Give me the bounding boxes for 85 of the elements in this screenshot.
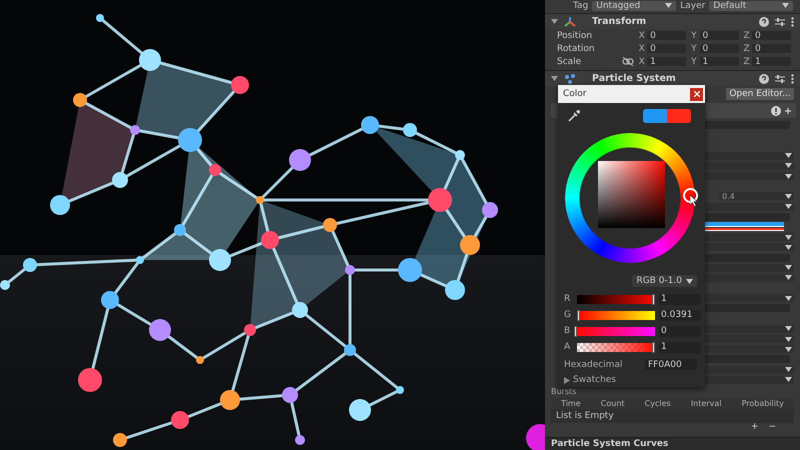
- saturation-value-square[interactable]: [598, 161, 665, 228]
- number-field[interactable]: 0: [752, 31, 791, 40]
- tag-label: Tag: [573, 0, 588, 10]
- number-field[interactable]: 1: [700, 57, 739, 66]
- field-label: Rotation: [557, 44, 596, 54]
- chain-link-icon: [622, 57, 634, 66]
- layer-dropdown[interactable]: Default: [709, 0, 794, 10]
- more-menu-icon: [791, 74, 794, 84]
- sliders-icon: [775, 16, 785, 26]
- close-button[interactable]: [690, 88, 703, 100]
- axis-label: X: [638, 56, 646, 66]
- slider-handle[interactable]: [652, 342, 655, 352]
- axis-label: Y: [691, 44, 698, 54]
- axis-label: Z: [744, 30, 750, 40]
- value-field[interactable]: 1: [659, 294, 701, 304]
- color-swatch[interactable]: [643, 109, 691, 123]
- axis-label: Z: [744, 56, 750, 66]
- axis-label: Y: [691, 56, 698, 66]
- component-title: Transform: [592, 16, 646, 27]
- slider-track[interactable]: [577, 342, 655, 352]
- slider-handle[interactable]: [574, 326, 578, 336]
- number-field[interactable]: 0: [752, 44, 791, 53]
- axis-label: X: [638, 30, 646, 40]
- field-label: Scale: [557, 56, 582, 66]
- value-field[interactable]: 0.0391: [659, 310, 701, 320]
- column-header: Interval: [690, 398, 722, 408]
- number-field[interactable]: 0: [700, 31, 739, 40]
- caret-icon: [785, 296, 792, 301]
- value-field[interactable]: 1: [659, 342, 701, 352]
- axes-icon: [563, 16, 577, 28]
- open-editor-button[interactable]: Open Editor...: [726, 88, 794, 100]
- channel-label: G: [564, 310, 572, 320]
- component-header[interactable]: Transform: [545, 13, 800, 29]
- eyedropper-icon: [568, 110, 580, 122]
- slider-track[interactable]: [577, 310, 655, 320]
- slider-track[interactable]: [577, 326, 655, 336]
- help-icon: [759, 74, 769, 84]
- section-label: Bursts: [551, 386, 578, 396]
- number-field[interactable]: 1: [647, 57, 686, 66]
- number-field[interactable]: 0.4: [719, 192, 794, 200]
- close-icon: [694, 91, 700, 97]
- swatches-foldout[interactable]: Swatches: [558, 370, 622, 385]
- particles-icon: [563, 72, 577, 84]
- number-field[interactable]: 1: [752, 57, 791, 66]
- axis-label: X: [638, 44, 646, 54]
- axis-label: Z: [744, 44, 750, 54]
- help-icon: [759, 16, 769, 26]
- component-title: Particle System: [592, 73, 676, 84]
- column-header: Probability: [742, 398, 784, 408]
- window-title: Color: [563, 89, 586, 99]
- column-header: Count: [600, 398, 625, 408]
- channel-label: R: [564, 294, 572, 304]
- column-header: Time: [561, 398, 581, 408]
- remove-button[interactable]: −: [766, 422, 778, 432]
- channel-label: A: [564, 342, 572, 352]
- slider-handle[interactable]: [652, 294, 655, 304]
- caret-icon: [665, 3, 672, 8]
- foldout-arrow-icon: [551, 19, 558, 24]
- plus-icon: [785, 108, 791, 114]
- collapsed-arrow-icon: [564, 376, 570, 384]
- component-header[interactable]: Particle System: [545, 70, 800, 86]
- hex-field[interactable]: FF0A00: [645, 359, 697, 370]
- caret-icon: [686, 278, 693, 284]
- number-field[interactable]: 0: [647, 31, 686, 40]
- number-field[interactable]: 0: [647, 44, 686, 53]
- caret-icon: [782, 3, 790, 8]
- more-menu-icon: [791, 16, 794, 26]
- hex-label: Hexadecimal: [564, 360, 622, 370]
- field-label: Position: [557, 30, 594, 40]
- channel-label: B: [564, 326, 572, 336]
- column-header: Cycles: [644, 398, 671, 408]
- tag-dropdown[interactable]: Untagged: [592, 0, 676, 10]
- foldout-arrow-icon: [551, 76, 558, 81]
- layer-label: Layer: [680, 0, 706, 10]
- value-field[interactable]: 0: [659, 326, 701, 336]
- curves-title: Particle System Curves: [551, 439, 668, 449]
- warning-icon: [771, 106, 781, 116]
- add-button[interactable]: +: [748, 422, 760, 432]
- empty-list-text: List is Empty: [555, 410, 615, 423]
- slider-handle[interactable]: [577, 310, 580, 320]
- number-field[interactable]: 0: [700, 44, 739, 53]
- axis-label: Y: [691, 30, 698, 40]
- mode-dropdown[interactable]: RGB 0-1.0: [632, 275, 697, 287]
- curves-header[interactable]: Particle System Curves: [545, 437, 800, 450]
- sliders-icon: [775, 74, 785, 84]
